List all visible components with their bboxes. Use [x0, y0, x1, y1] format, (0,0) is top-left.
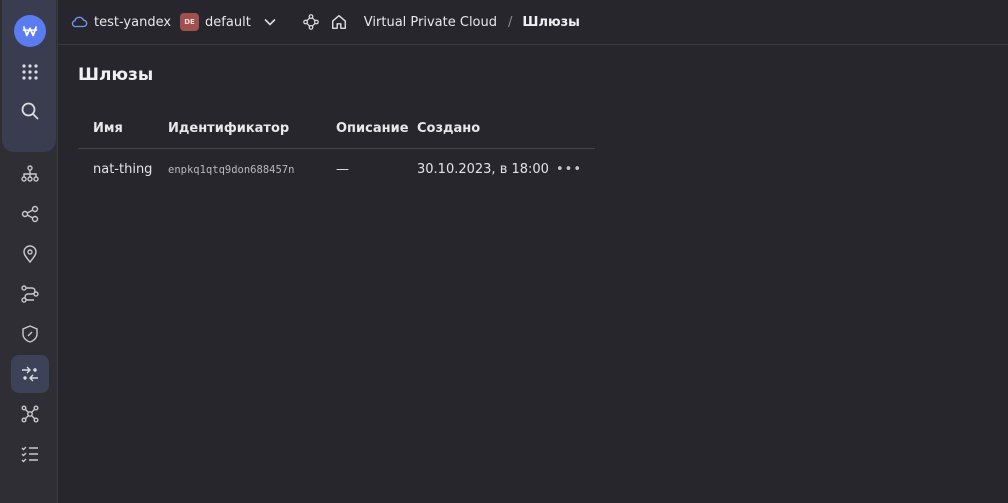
- cloud-selector[interactable]: test-yandex: [94, 15, 171, 30]
- gateways-table: Имя Идентификатор Описание Создано nat-t…: [78, 108, 595, 190]
- folder-avatar: DE: [180, 13, 200, 31]
- page-title: Шлюзы: [78, 65, 154, 85]
- row-actions-menu-icon[interactable]: •••: [556, 162, 582, 177]
- search-icon[interactable]: [11, 92, 49, 130]
- ip-addresses-icon[interactable]: [11, 195, 49, 233]
- service-overview-icon[interactable]: [302, 13, 320, 31]
- location-pin-icon[interactable]: [11, 235, 49, 273]
- routing-tables-icon[interactable]: [11, 275, 49, 313]
- cloud-icon: [71, 16, 88, 28]
- table-row[interactable]: nat-thing enpkq1qtq9don688457n — 30.10.2…: [78, 149, 595, 190]
- chevron-down-icon[interactable]: [263, 15, 277, 29]
- left-sidebar: [0, 0, 58, 503]
- home-icon[interactable]: [330, 13, 348, 31]
- gateway-name[interactable]: nat-thing: [93, 162, 152, 177]
- cloud-networks-icon[interactable]: [11, 155, 49, 193]
- breadcrumb-current: Шлюзы: [522, 14, 580, 30]
- table-header-row: Имя Идентификатор Описание Создано: [78, 108, 595, 149]
- breadcrumb-service[interactable]: Virtual Private Cloud: [364, 15, 497, 30]
- top-header: test-yandex DE default Virtual Private C…: [58, 0, 1008, 45]
- services-grid-icon[interactable]: [11, 53, 49, 91]
- security-groups-icon[interactable]: [11, 315, 49, 353]
- column-header-name[interactable]: Имя: [93, 121, 123, 136]
- network-topology-icon[interactable]: [11, 395, 49, 433]
- breadcrumb-separator: /: [508, 14, 513, 30]
- operations-list-icon[interactable]: [11, 435, 49, 473]
- yandex-cloud-logo-icon[interactable]: [14, 15, 46, 47]
- gateways-icon[interactable]: [11, 355, 49, 393]
- column-header-id[interactable]: Идентификатор: [168, 121, 289, 136]
- column-header-description[interactable]: Описание: [336, 121, 409, 136]
- gateway-id: enpkq1qtq9don688457n: [168, 163, 295, 176]
- gateway-created: 30.10.2023, в 18:00: [417, 162, 549, 177]
- column-header-created[interactable]: Создано: [417, 121, 480, 136]
- gateway-description: —: [336, 162, 349, 177]
- folder-selector[interactable]: default: [205, 15, 251, 30]
